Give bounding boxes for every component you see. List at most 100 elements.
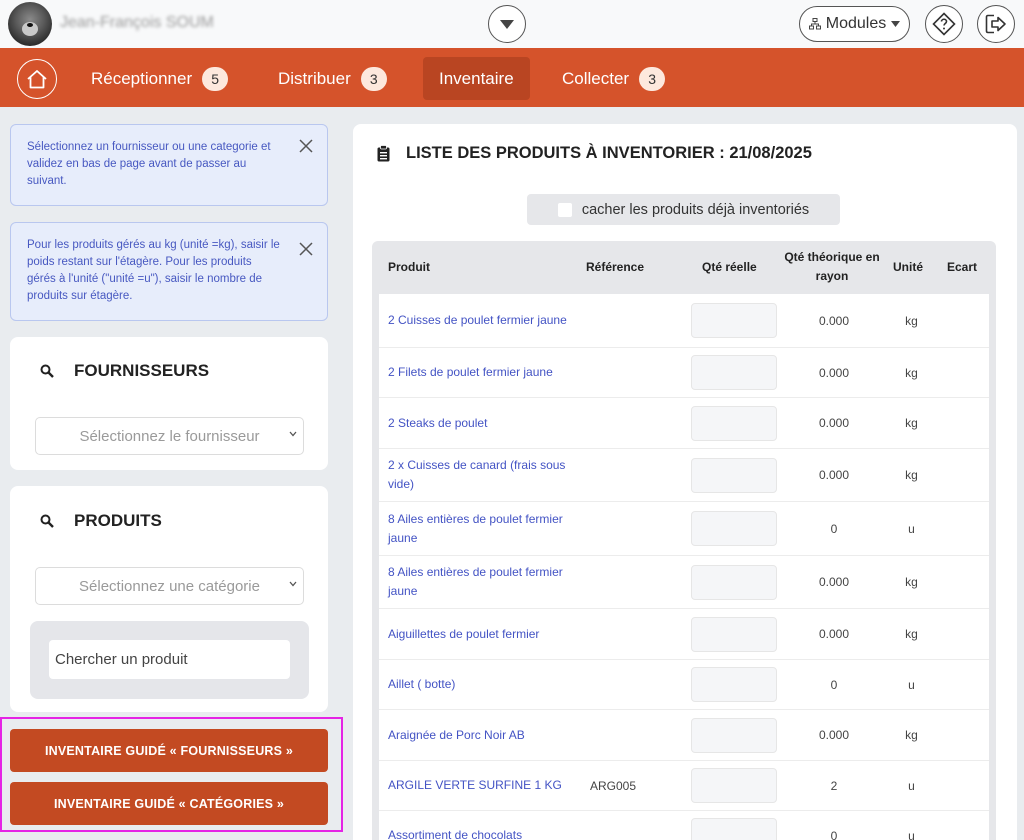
product-name-link[interactable]: 2 Steaks de poulet: [388, 398, 573, 448]
product-search-placeholder: Chercher un produit: [55, 651, 188, 668]
col-qte-theorique: Qté théorique en rayon: [784, 250, 880, 283]
product-reference: ARG005: [590, 778, 637, 793]
close-icon[interactable]: [299, 139, 313, 153]
alert-text: Sélectionnez un fournisseur ou une categ…: [27, 141, 271, 187]
product-name-link[interactable]: 2 Filets de poulet fermier jaune: [388, 348, 573, 397]
table-body: 2 Cuisses de poulet fermier jaune 0.000 kg…: [379, 294, 989, 840]
hide-inventoried-toggle[interactable]: cacher les produits déjà inventoriés: [527, 194, 840, 225]
unit: kg: [905, 575, 918, 589]
sitemap-icon: [808, 18, 821, 30]
category-select[interactable]: Sélectionnez une catégorie: [35, 567, 304, 605]
table-row: Aiguillettes de poulet fermier 0.000 kg: [379, 609, 989, 660]
avatar[interactable]: [8, 2, 52, 46]
search-icon: [40, 514, 54, 528]
theoretical-quantity: 0: [830, 677, 838, 692]
unit: kg: [905, 468, 918, 482]
actual-quantity-input[interactable]: [691, 355, 777, 390]
nav-item-collecter[interactable]: Collecter 3: [546, 57, 681, 100]
actual-quantity-input[interactable]: [691, 717, 777, 753]
suppliers-heading: FOURNISSEURS: [40, 361, 209, 381]
product-name-link[interactable]: 2 x Cuisses de canard (frais sous vide): [388, 449, 573, 501]
supplier-select[interactable]: Sélectionnez le fournisseur: [35, 417, 304, 455]
hide-inventoried-checkbox[interactable]: [557, 202, 572, 217]
product-name-link[interactable]: ARGILE VERTE SURFINE 1 KG: [388, 761, 573, 810]
search-icon: [40, 364, 54, 378]
actual-quantity-input[interactable]: [691, 457, 777, 493]
help-button[interactable]: [925, 5, 963, 43]
col-unite: Unité: [893, 259, 923, 274]
theoretical-quantity: 0.000: [818, 627, 850, 641]
col-reference: Référence: [586, 259, 645, 274]
actual-quantity-cell: [691, 348, 777, 397]
theoretical-quantity: 0.000: [818, 468, 850, 482]
table-row: 2 Steaks de poulet 0.000 kg: [379, 398, 989, 449]
product-reference: [590, 556, 670, 608]
product-search-container: Chercher un produit: [30, 621, 309, 699]
close-icon[interactable]: [299, 242, 313, 256]
product-reference: [590, 710, 670, 760]
modules-button[interactable]: Modules: [799, 6, 910, 42]
table-row: 8 Ailes entières de poulet fermier jaune…: [379, 556, 989, 609]
nav-label: Distribuer: [278, 68, 351, 88]
nav-item-inventaire[interactable]: Inventaire: [423, 57, 530, 100]
count-badge: 3: [360, 66, 387, 91]
product-name-link[interactable]: Aillet ( botte): [388, 660, 573, 709]
product-reference: [590, 811, 670, 840]
theoretical-quantity: 0: [830, 828, 838, 840]
nav-item-receptionner[interactable]: Réceptionner 5: [75, 57, 244, 100]
unit: u: [908, 677, 915, 692]
product-reference: [590, 609, 670, 659]
nav-label: Inventaire: [439, 68, 514, 88]
page-title-text: LISTE DES PRODUITS À INVENTORIER : 21/08…: [406, 144, 812, 162]
product-name-link[interactable]: 8 Ailes entières de poulet fermier jaune: [388, 556, 573, 608]
actual-quantity-input[interactable]: [691, 511, 777, 546]
logout-button[interactable]: [977, 5, 1015, 43]
actual-quantity-input[interactable]: [691, 616, 777, 652]
table-row: 2 Cuisses de poulet fermier jaune 0.000 kg: [379, 294, 989, 348]
theoretical-quantity: 0.000: [818, 416, 850, 430]
home-button[interactable]: [17, 59, 57, 99]
product-search-input[interactable]: Chercher un produit: [49, 640, 290, 679]
unit: u: [908, 521, 915, 536]
guided-inventory-categories-button[interactable]: INVENTAIRE GUIDÉ « CATÉGORIES »: [10, 782, 328, 825]
actual-quantity-input[interactable]: [691, 303, 777, 338]
actual-quantity-input[interactable]: [691, 564, 777, 600]
guided-inventory-suppliers-button[interactable]: INVENTAIRE GUIDÉ « FOURNISSEURS »: [10, 729, 328, 772]
product-name-link[interactable]: Aiguillettes de poulet fermier: [388, 609, 573, 659]
actual-quantity-cell: [691, 398, 777, 448]
button-label: INVENTAIRE GUIDÉ « CATÉGORIES »: [53, 796, 285, 811]
product-reference: [590, 348, 670, 397]
suppliers-title: FOURNISSEURS: [74, 361, 210, 380]
actual-quantity-input[interactable]: [691, 818, 777, 840]
chevron-down-icon: [500, 20, 514, 29]
nav-label: Réceptionner: [91, 68, 193, 88]
product-name-link[interactable]: 2 Cuisses de poulet fermier jaune: [388, 294, 573, 347]
unit: kg: [905, 728, 918, 742]
product-name-link[interactable]: 8 Ailes entières de poulet fermier jaune: [388, 502, 573, 555]
theoretical-quantity: 0.000: [818, 365, 850, 380]
actual-quantity-input[interactable]: [691, 768, 777, 803]
actual-quantity-input[interactable]: [691, 405, 777, 441]
product-name-link[interactable]: Araignée de Porc Noir AB: [388, 710, 573, 760]
suppliers-card: FOURNISSEURS Sélectionnez le fournisseur: [10, 337, 328, 470]
actual-quantity-cell: [691, 710, 777, 760]
help-diamond-icon: [932, 12, 956, 36]
table-row: 2 x Cuisses de canard (frais sous vide) 0…: [379, 449, 989, 502]
products-title: PRODUITS: [74, 511, 162, 530]
count-badge: 5: [202, 66, 229, 91]
col-qte-reelle: Qté réelle: [702, 259, 757, 274]
nav-item-distribuer[interactable]: Distribuer 3: [262, 57, 403, 100]
product-reference: [590, 398, 670, 448]
inventory-table: Produit Référence Qté réelle Qté théoriq…: [372, 241, 996, 840]
table-row: ARGILE VERTE SURFINE 1 KG ARG005 2 u: [379, 761, 989, 811]
actual-quantity-input[interactable]: [691, 667, 777, 702]
table-row: 8 Ailes entières de poulet fermier jaune…: [379, 502, 989, 556]
dropdown-toggle-button[interactable]: [488, 5, 526, 43]
product-name-link[interactable]: Assortiment de chocolats: [388, 811, 573, 840]
alert-text: Pour les produits gérés au kg (unité =kg…: [27, 239, 280, 302]
main-nav: Réceptionner 5 Distribuer 3 Inventaire C…: [0, 48, 1024, 107]
table-row: Assortiment de chocolats 0 u: [379, 811, 989, 840]
theoretical-quantity: 2: [830, 778, 838, 793]
product-reference: [590, 660, 670, 709]
actual-quantity-cell: [691, 761, 777, 810]
